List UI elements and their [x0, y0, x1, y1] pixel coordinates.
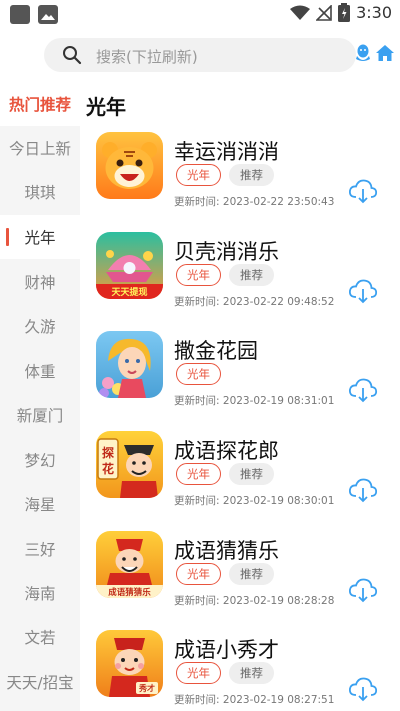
header: 搜索(下拉刷新) — [0, 34, 400, 74]
shell-game-icon[interactable]: 天天提现 — [96, 232, 163, 299]
svg-text:秀才: 秀才 — [138, 683, 155, 693]
search-input[interactable]: 搜索(下拉刷新) — [44, 38, 356, 72]
list-item[interactable]: 秀才 成语小秀才 光年 推荐 更新时间: 2023-02-19 08:27:51 — [80, 618, 400, 711]
update-time: 更新时间: 2023-02-22 23:50:43 — [174, 196, 335, 208]
update-time: 更新时间: 2023-02-19 08:28:28 — [174, 595, 335, 607]
recommend-tag: 推荐 — [229, 463, 274, 485]
sidebar-item-haixing[interactable]: 海星 — [0, 482, 80, 526]
category-tag: 光年 — [176, 662, 221, 684]
sidebar-item-today-new[interactable]: 今日上新 — [0, 126, 80, 170]
sidebar-item-xinxiamen[interactable]: 新厦门 — [0, 393, 80, 437]
tiger-game-icon[interactable] — [96, 132, 163, 199]
list-item[interactable]: 探 花 成语探花郎 光年 推荐 更新时间: 2023-02-19 08:30:0… — [80, 419, 400, 519]
app-name: 撒金花园 — [174, 339, 258, 363]
sidebar-item-caishen[interactable]: 财神 — [0, 260, 80, 304]
search-icon — [63, 46, 82, 65]
recommend-tag: 推荐 — [229, 662, 274, 684]
cloud-download-icon[interactable] — [348, 178, 378, 204]
search-placeholder: 搜索(下拉刷新) — [96, 48, 198, 66]
app-name: 贝壳消消乐 — [174, 240, 279, 264]
app-name: 成语猜猜乐 — [174, 539, 279, 563]
sidebar-item-hot[interactable]: 热门推荐 — [0, 82, 80, 126]
qq-icon[interactable] — [355, 44, 371, 62]
svg-text:花: 花 — [102, 461, 114, 476]
cloud-download-icon[interactable] — [348, 577, 378, 603]
recommend-tag: 推荐 — [229, 264, 274, 286]
sidebar-item-sanhao[interactable]: 三好 — [0, 527, 80, 571]
svg-text:天天提现: 天天提现 — [111, 286, 147, 298]
fortune-god-icon[interactable]: 成语猜猜乐 — [96, 531, 163, 598]
scholar-icon[interactable]: 探 花 — [96, 431, 163, 498]
app-name: 幸运消消消 — [174, 140, 279, 164]
app-name: 成语探花郎 — [174, 439, 279, 463]
app-name: 成语小秀才 — [174, 638, 279, 662]
status-bar: 3:30 — [0, 0, 400, 30]
category-tag: 光年 — [176, 164, 221, 186]
update-time: 更新时间: 2023-02-19 08:27:51 — [174, 694, 335, 706]
cloud-download-icon[interactable] — [348, 278, 378, 304]
update-time: 更新时间: 2023-02-19 08:30:01 — [174, 495, 335, 507]
category-sidebar: 热门推荐 今日上新 琪琪 光年 财神 久游 体重 新厦门 梦幻 海星 三好 海南… — [0, 82, 80, 711]
photo-icon — [38, 5, 58, 24]
sidebar-item-tiantian-zhaobao[interactable]: 天天/招宝 — [0, 660, 80, 704]
no-signal-icon — [316, 4, 332, 21]
little-scholar-icon[interactable]: 秀才 — [96, 630, 163, 697]
cloud-download-icon[interactable] — [348, 477, 378, 503]
category-tag: 光年 — [176, 463, 221, 485]
recommend-tag: 推荐 — [229, 164, 274, 186]
list-item[interactable]: 天天提现 贝壳消消乐 光年 推荐 更新时间: 2023-02-22 09:48:… — [80, 220, 400, 320]
category-tag: 光年 — [176, 264, 221, 286]
sidebar-item-wenruo[interactable]: 文若 — [0, 615, 80, 659]
update-time: 更新时间: 2023-02-19 08:31:01 — [174, 395, 335, 407]
list-item[interactable]: 撒金花园 光年 更新时间: 2023-02-19 08:31:01 — [80, 319, 400, 419]
home-icon[interactable] — [375, 44, 395, 62]
svg-text:探: 探 — [102, 445, 114, 460]
category-tag: 光年 — [176, 363, 221, 385]
status-time: 3:30 — [356, 3, 392, 22]
notification-square-icon — [10, 5, 30, 24]
update-time: 更新时间: 2023-02-22 09:48:52 — [174, 296, 335, 308]
list-item[interactable]: 成语猜猜乐 成语猜猜乐 光年 推荐 更新时间: 2023-02-19 08:28… — [80, 519, 400, 619]
sidebar-item-qiqi[interactable]: 琪琪 — [0, 170, 80, 214]
garden-girl-icon[interactable] — [96, 331, 163, 398]
sidebar-item-tizhong[interactable]: 体重 — [0, 349, 80, 393]
battery-icon — [338, 3, 351, 22]
sidebar-item-guangnian[interactable]: 光年 — [0, 215, 80, 259]
sidebar-item-hainan[interactable]: 海南 — [0, 571, 80, 615]
sidebar-item-menghuan[interactable]: 梦幻 — [0, 438, 80, 482]
category-tag: 光年 — [176, 563, 221, 585]
cloud-download-icon[interactable] — [348, 377, 378, 403]
sidebar-item-jiuyou[interactable]: 久游 — [0, 304, 80, 348]
cloud-download-icon[interactable] — [348, 676, 378, 702]
section-title: 光年 — [86, 95, 126, 119]
recommend-tag: 推荐 — [229, 563, 274, 585]
svg-text:成语猜猜乐: 成语猜猜乐 — [108, 587, 151, 598]
list-item[interactable]: 幸运消消消 光年 推荐 更新时间: 2023-02-22 23:50:43 — [80, 120, 400, 220]
wifi-icon — [290, 5, 311, 20]
